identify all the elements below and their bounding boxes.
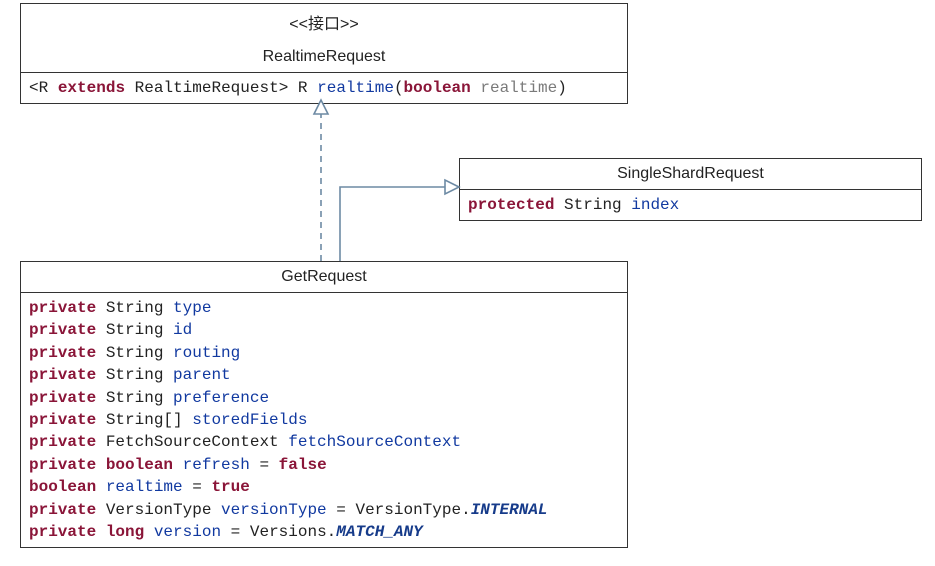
field-line: private FetchSourceContext fetchSourceCo… — [29, 431, 619, 453]
interface-method: <R extends RealtimeRequest> R realtime(b… — [21, 73, 627, 103]
interface-header: <<接口>> RealtimeRequest — [21, 4, 627, 73]
interface-stereotype: <<接口>> — [29, 10, 619, 34]
interface-realtime-request: <<接口>> RealtimeRequest <R extends Realti… — [20, 3, 628, 104]
field-line: boolean realtime = true — [29, 476, 619, 498]
class-single-shard-request: SingleShardRequest protected String inde… — [459, 158, 922, 221]
single-shard-field: protected String index — [460, 190, 921, 220]
single-shard-header: SingleShardRequest — [460, 159, 921, 190]
field-line: private String routing — [29, 342, 619, 364]
field-line: private String id — [29, 319, 619, 341]
interface-name: RealtimeRequest — [263, 48, 386, 65]
field-line: private String[] storedFields — [29, 409, 619, 431]
field-line: private String preference — [29, 387, 619, 409]
single-shard-name: SingleShardRequest — [617, 165, 764, 182]
field-line: private long version = Versions.MATCH_AN… — [29, 521, 619, 543]
get-request-fields: private String typeprivate String idpriv… — [21, 293, 627, 547]
field-line: private String parent — [29, 364, 619, 386]
get-request-name: GetRequest — [281, 268, 366, 285]
get-request-header: GetRequest — [21, 262, 627, 293]
field-line: private boolean refresh = false — [29, 454, 619, 476]
field-line: private VersionType versionType = Versio… — [29, 499, 619, 521]
class-get-request: GetRequest private String typeprivate St… — [20, 261, 628, 548]
field-line: private String type — [29, 297, 619, 319]
